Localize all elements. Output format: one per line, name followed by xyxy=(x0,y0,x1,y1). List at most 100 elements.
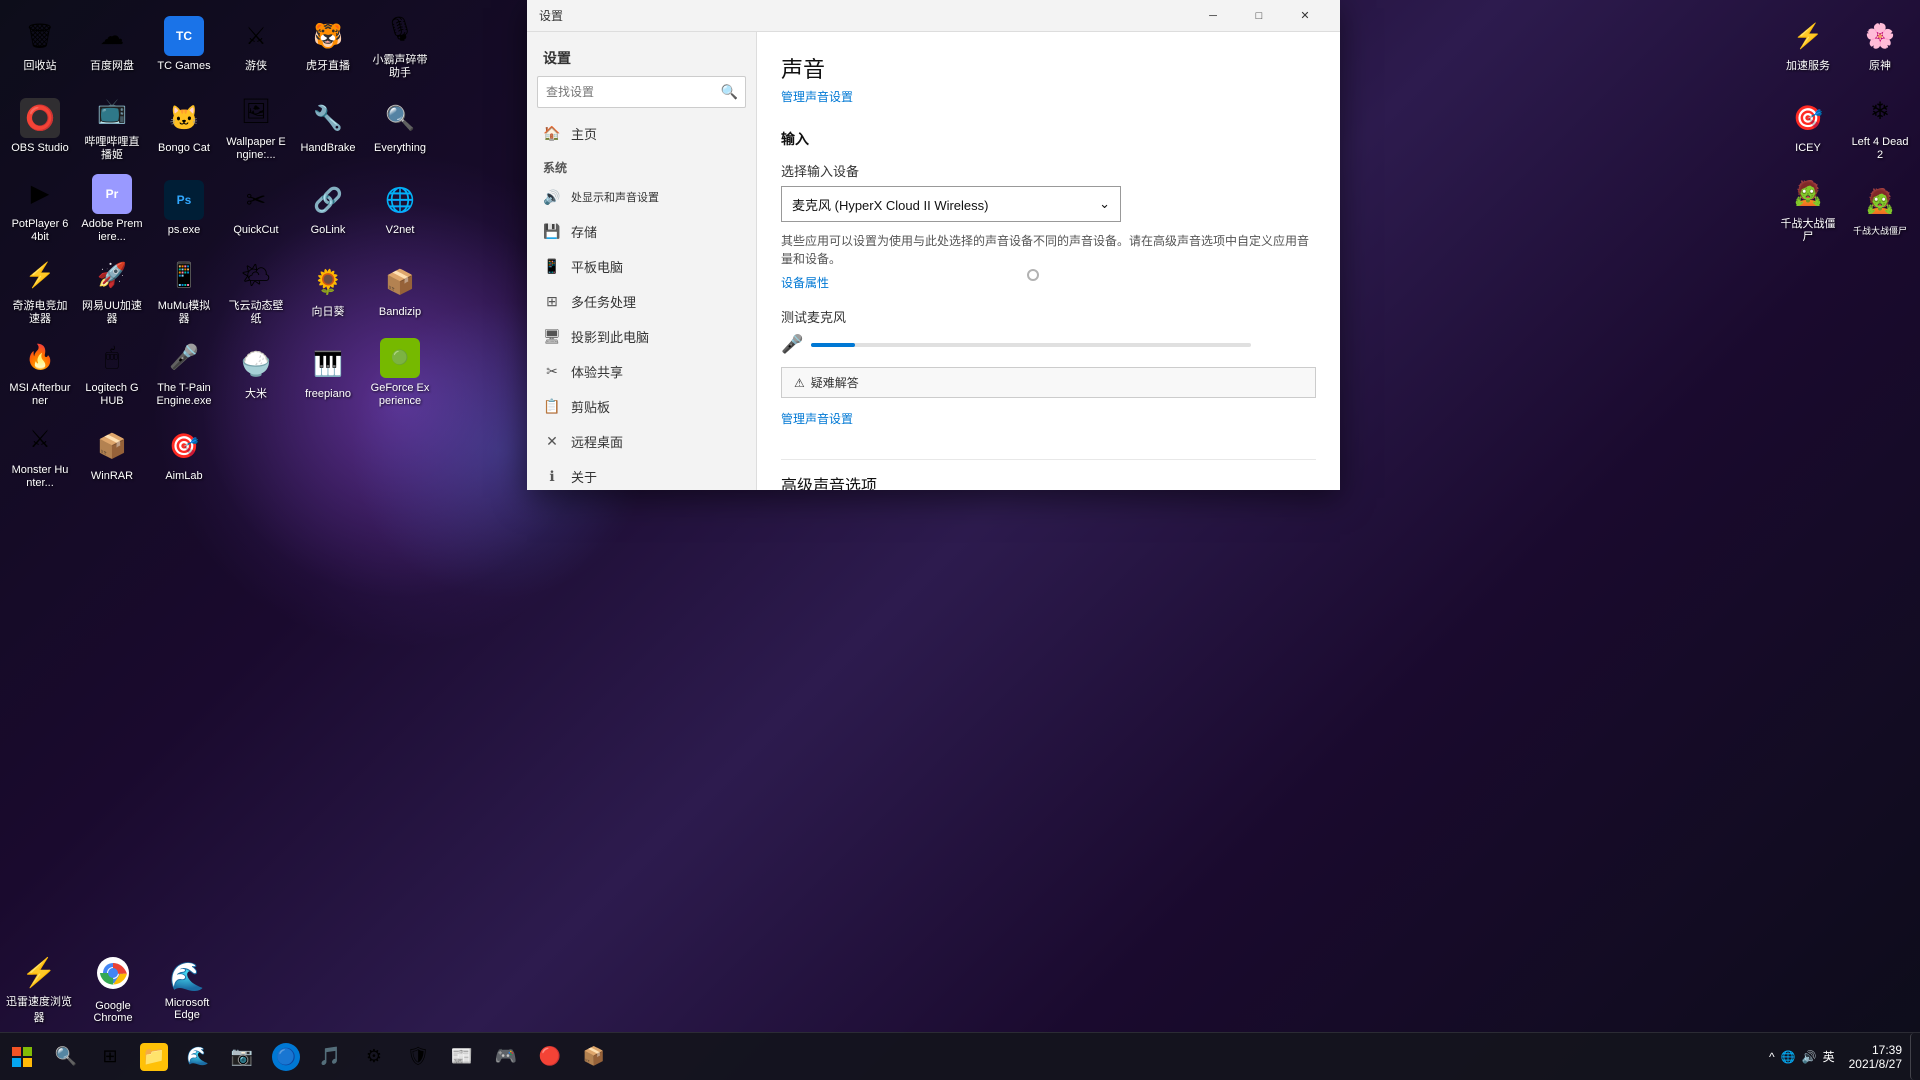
network-icon[interactable]: 🌐 xyxy=(1781,1050,1796,1064)
desktop-icon-bilibili[interactable]: 📺 哔哩哔哩直播姬 xyxy=(77,87,147,167)
taskbar-app-13[interactable]: 📦 xyxy=(572,1035,616,1079)
volume-icon[interactable]: 🔊 xyxy=(1802,1050,1817,1064)
desktop-icon-wallpaper[interactable]: 🖼 Wallpaper Engine:... xyxy=(221,87,291,167)
input-device-dropdown[interactable]: 麦克风 (HyperX Cloud II Wireless) ⌄ xyxy=(781,186,1121,222)
edge-icon: 🌊 xyxy=(184,1043,212,1071)
desktop-icon-huya[interactable]: 🐯 虎牙直播 xyxy=(293,5,363,85)
desktop-icon-golink[interactable]: 🔗 GoLink xyxy=(293,169,363,249)
desktop-icon-obs[interactable]: ⭕ OBS Studio xyxy=(5,87,75,167)
desktop-icon-bongocat[interactable]: 🐱 Bongo Cat xyxy=(149,87,219,167)
minimize-button[interactable]: ─ xyxy=(1190,0,1236,32)
taskbar-app-9[interactable]: 🛡 xyxy=(396,1035,440,1079)
taskbar-app-5[interactable]: 📷 xyxy=(220,1035,264,1079)
bottom-icon-edge[interactable]: 🌊 Microsoft Edge xyxy=(152,953,222,1028)
project-icon: 🖥 xyxy=(543,328,561,346)
desktop-icon-apex[interactable]: 🎯 ICEY xyxy=(1773,87,1843,167)
manage-sound-link[interactable]: 管理声音设置 xyxy=(781,88,853,105)
desktop: 🗑 回收站 ☁ 百度网盘 TC TC Games ⚔ 游侠 🐯 虎牙直播 🎙 小… xyxy=(0,0,1920,1080)
task-view-button[interactable]: ⊞ xyxy=(88,1035,132,1079)
taskbar-app-10[interactable]: 📰 xyxy=(440,1035,484,1079)
desktop-icon-mumu[interactable]: 📱 MuMu模拟器 xyxy=(149,251,219,331)
sidebar-item-tablet[interactable]: 📱 平板电脑 xyxy=(527,249,756,284)
show-desktop-button[interactable] xyxy=(1910,1033,1920,1080)
page-title: 声音 xyxy=(781,52,1316,84)
file-explorer-button[interactable]: 📁 xyxy=(132,1035,176,1079)
taskbar-app-7[interactable]: 🎵 xyxy=(308,1035,352,1079)
desktop-icon-dami[interactable]: 🍚 大米 xyxy=(221,333,291,413)
desktop-icon-handbrake[interactable]: 🔧 HandBrake xyxy=(293,87,363,167)
keyboard-icon[interactable]: 英 xyxy=(1823,1048,1835,1065)
sidebar-item-display[interactable]: 🔊 处显示和声音设置 xyxy=(527,180,756,214)
tablet-icon: 📱 xyxy=(543,258,561,276)
taskbar-app-6[interactable]: 🔵 xyxy=(264,1035,308,1079)
taskbar-app-7-icon: 🎵 xyxy=(316,1043,344,1071)
taskbar-app-8-icon: ⚙ xyxy=(360,1043,388,1071)
desktop-icon-v2net[interactable]: 🌐 V2net xyxy=(365,169,435,249)
settings-body: 设置 🔍 🏠 主页 系统 🔊 处显示和声音设置 💾 xyxy=(527,32,1340,490)
desktop-icon-premiere[interactable]: Pr Adobe Premiere... xyxy=(77,169,147,249)
desktop-icon-l4d2[interactable]: 🧟 千战大战僵尸 xyxy=(1773,169,1843,249)
troubleshoot-button[interactable]: ⚠ 疑难解答 xyxy=(781,367,1316,398)
warning-icon: ⚠ xyxy=(794,376,805,390)
desktop-icon-xiaoshou[interactable]: 🎙 小霸声碎带助手 xyxy=(365,5,435,85)
desktop-icon-aimlab[interactable]: 🎯 AimLab xyxy=(149,415,219,495)
taskbar-search-button[interactable]: 🔍 xyxy=(44,1035,88,1079)
desktop-icon-baidu[interactable]: ☁ 百度网盘 xyxy=(77,5,147,85)
desktop-icon-youxia[interactable]: ⚔ 游侠 xyxy=(221,5,291,85)
device-props-link[interactable]: 设备属性 xyxy=(781,274,829,291)
settings-sidebar: 设置 🔍 🏠 主页 系统 🔊 处显示和声音设置 💾 xyxy=(527,32,757,490)
desktop-icons-left: 🗑 回收站 ☁ 百度网盘 TC TC Games ⚔ 游侠 🐯 虎牙直播 🎙 小… xyxy=(5,5,435,495)
desktop-icon-pvz[interactable]: 🧟 千战大战僵尸 xyxy=(1845,169,1915,249)
sidebar-item-storage[interactable]: 💾 存储 xyxy=(527,214,756,249)
taskbar-search-icon: 🔍 xyxy=(52,1043,80,1071)
section-divider xyxy=(781,459,1316,460)
desktop-icon-quickcut[interactable]: ✂ QuickCut xyxy=(221,169,291,249)
desktop-icon-sunflower[interactable]: 🌻 向日葵 xyxy=(293,251,363,331)
tray-hide-icon[interactable]: ^ xyxy=(1769,1050,1775,1064)
sidebar-item-share[interactable]: ✂ 体验共享 xyxy=(527,354,756,389)
desktop-icon-tpain[interactable]: 🎤 The T-Pain Engine.exe xyxy=(149,333,219,413)
desktop-icon-mh[interactable]: ⚔ Monster Hunter... xyxy=(5,415,75,495)
close-button[interactable]: ✕ xyxy=(1282,0,1328,32)
bottom-icon-chrome[interactable]: Google Chrome xyxy=(78,953,148,1028)
sidebar-item-home[interactable]: 🏠 主页 xyxy=(527,116,756,151)
start-button[interactable] xyxy=(0,1035,44,1079)
desktop-icon-recycle[interactable]: 🗑 回收站 xyxy=(5,5,75,85)
sidebar-search-input[interactable] xyxy=(537,76,746,108)
sidebar-item-project[interactable]: 🖥 投影到此电脑 xyxy=(527,319,756,354)
sidebar-item-remote[interactable]: ✕ 远程桌面 xyxy=(527,424,756,459)
desktop-icon-tcgames[interactable]: TC TC Games xyxy=(149,5,219,85)
taskbar-app-12[interactable]: 🔴 xyxy=(528,1035,572,1079)
desktop-icon-potplayer[interactable]: ▶ PotPlayer 64bit xyxy=(5,169,75,249)
desktop-icon-msi[interactable]: 🔥 MSI Afterburner xyxy=(5,333,75,413)
desktop-icon-geforce[interactable]: 🟢 GeForce Experience xyxy=(365,333,435,413)
desktop-icon-ps[interactable]: Ps ps.exe xyxy=(149,169,219,249)
desktop-icon-freepiano[interactable]: 🎹 freepiano xyxy=(293,333,363,413)
manage-sound-link2[interactable]: 管理声音设置 xyxy=(781,410,853,427)
desktop-icon-logitech[interactable]: 🖱 Logitech G HUB xyxy=(77,333,147,413)
desktop-icon-bandizip[interactable]: 📦 Bandizip xyxy=(365,251,435,331)
desktop-icon-everything[interactable]: 🔍 Everything xyxy=(365,87,435,167)
taskbar-app-11[interactable]: 🎮 xyxy=(484,1035,528,1079)
desktop-icon-speed[interactable]: ⚡ 加速服务 xyxy=(1773,5,1843,85)
desktop-icon-qiyou[interactable]: ⚡ 奇游电竞加速器 xyxy=(5,251,75,331)
desktop-icon-genshin[interactable]: 🌸 原神 xyxy=(1845,5,1915,85)
desktop-icon-winrar[interactable]: 📦 WinRAR xyxy=(77,415,147,495)
sidebar-header: 设置 xyxy=(527,32,756,76)
taskbar-app-6-icon: 🔵 xyxy=(272,1043,300,1071)
display-icon: 🔊 xyxy=(543,188,561,206)
clipboard-icon: 📋 xyxy=(543,398,561,416)
taskbar-clock[interactable]: 17:39 2021/8/27 xyxy=(1841,1043,1910,1071)
taskbar-app-12-icon: 🔴 xyxy=(536,1043,564,1071)
sidebar-item-about[interactable]: ℹ 关于 xyxy=(527,459,756,490)
sidebar-item-multitask[interactable]: ⊞ 多任务处理 xyxy=(527,284,756,319)
mic-bar-container: 🎤 xyxy=(781,334,1316,355)
desktop-icon-netease[interactable]: 🚀 网易UU加速器 xyxy=(77,251,147,331)
edge-taskbar-button[interactable]: 🌊 xyxy=(176,1035,220,1079)
bottom-icon-thunder[interactable]: ⚡ 迅雷速度浏览器 xyxy=(4,953,74,1028)
desktop-icon-icey[interactable]: ❄ Left 4 Dead 2 xyxy=(1845,87,1915,167)
sidebar-item-clipboard[interactable]: 📋 剪贴板 xyxy=(527,389,756,424)
maximize-button[interactable]: □ xyxy=(1236,0,1282,32)
desktop-icon-feiyun[interactable]: 🌤 飞云动态壁纸 xyxy=(221,251,291,331)
taskbar-app-8[interactable]: ⚙ xyxy=(352,1035,396,1079)
